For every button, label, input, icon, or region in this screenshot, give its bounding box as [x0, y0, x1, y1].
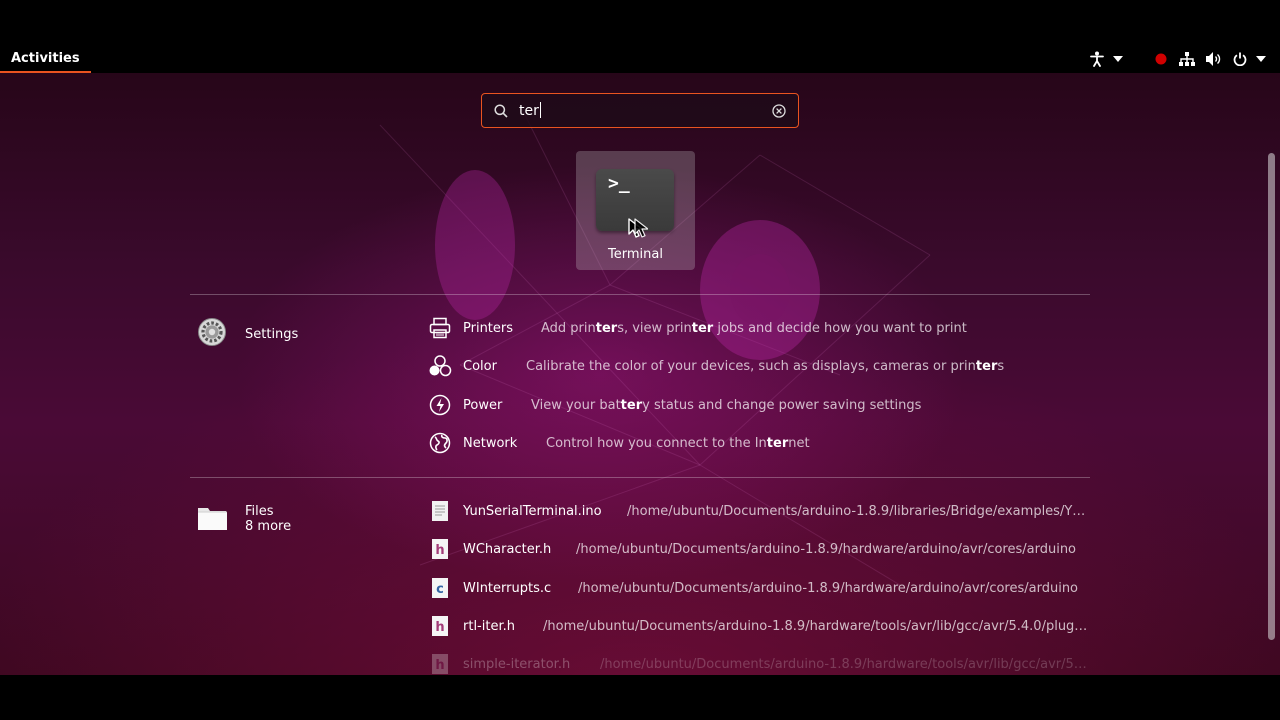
letterbox-top [0, 0, 1280, 45]
file-result[interactable]: h simple-iterator.h /home/ubuntu/Documen… [428, 650, 1087, 675]
scrollbar[interactable] [1268, 153, 1275, 640]
letterbox-bottom [0, 675, 1280, 720]
result-path: /home/ubuntu/Documents/arduino-1.8.9/har… [578, 580, 1079, 596]
file-result[interactable]: h rtl-iter.h /home/ubuntu/Documents/ardu… [428, 612, 1087, 640]
result-title: Printers [463, 320, 514, 336]
svg-text:h: h [435, 658, 444, 673]
settings-gear-icon [197, 317, 227, 351]
result-title: WInterrupts.c [463, 580, 552, 596]
result-description: Add printers, view printer jobs and deci… [541, 320, 967, 336]
result-description: View your battery status and change powe… [531, 397, 922, 413]
h-file-icon: h [428, 537, 452, 561]
result-title: Network [463, 435, 518, 451]
chevron-down-icon[interactable] [1254, 49, 1268, 69]
result-title: WCharacter.h [463, 541, 552, 557]
app-label: Terminal [608, 247, 663, 262]
mouse-pointer-icon [628, 218, 648, 238]
printer-icon [428, 316, 452, 340]
search-input[interactable]: ter [519, 102, 541, 119]
result-title: Power [463, 397, 503, 413]
svg-text:c: c [436, 582, 444, 597]
volume-icon[interactable] [1205, 49, 1223, 69]
file-result[interactable]: c WInterrupts.c /home/ubuntu/Documents/a… [428, 574, 1078, 602]
result-path: /home/ubuntu/Documents/arduino-1.8.9/har… [576, 541, 1077, 557]
settings-result-network[interactable]: Network Control how you connect to the I… [428, 429, 810, 457]
clear-icon[interactable] [772, 103, 786, 122]
recording-indicator-icon [1153, 49, 1169, 69]
globe-icon [428, 431, 452, 455]
search-icon [494, 103, 508, 122]
h-file-icon: h [428, 614, 452, 638]
app-result-terminal[interactable]: >_ Terminal [576, 151, 695, 270]
provider-more-count[interactable]: 8 more [245, 519, 291, 534]
result-title: rtl-iter.h [463, 618, 515, 634]
color-icon [428, 354, 452, 378]
c-file-icon: c [428, 576, 452, 600]
chevron-down-icon[interactable] [1111, 49, 1125, 69]
svg-text:h: h [435, 543, 444, 558]
text-caret [539, 102, 541, 118]
text-file-icon [428, 499, 452, 523]
power-icon[interactable] [1231, 49, 1249, 69]
svg-text:h: h [435, 620, 444, 635]
section-divider [190, 294, 1090, 295]
section-divider [190, 477, 1090, 478]
result-path: /home/ubuntu/Documents/arduino-1.8.9/har… [543, 618, 1088, 634]
provider-files[interactable]: Files 8 more [197, 503, 291, 535]
network-icon[interactable] [1178, 49, 1196, 69]
search-entry[interactable]: ter [481, 93, 799, 128]
top-bar-notch [604, 45, 750, 65]
settings-result-color[interactable]: Color Calibrate the color of your device… [428, 352, 1004, 380]
result-path: /home/ubuntu/Documents/arduino-1.8.9/har… [600, 656, 1087, 672]
result-description: Calibrate the color of your devices, suc… [526, 358, 1005, 374]
activities-button[interactable]: Activities [0, 45, 91, 73]
file-result[interactable]: h WCharacter.h /home/ubuntu/Documents/ar… [428, 535, 1076, 563]
provider-label: Files [245, 504, 274, 519]
result-description: Control how you connect to the Internet [546, 435, 810, 451]
settings-result-power[interactable]: Power View your battery status and chang… [428, 391, 921, 419]
power-settings-icon [428, 393, 452, 417]
h-file-icon: h [428, 652, 452, 675]
provider-settings[interactable]: Settings [197, 317, 298, 351]
gnome-activities-overview: Activities ter >_ Terminal Settings Prin… [0, 45, 1280, 675]
file-result[interactable]: YunSerialTerminal.ino /home/ubuntu/Docum… [428, 497, 1085, 525]
folder-icon [197, 503, 227, 535]
result-title: YunSerialTerminal.ino [463, 503, 602, 519]
result-title: simple-iterator.h [463, 656, 571, 672]
settings-result-printers[interactable]: Printers Add printers, view printer jobs… [428, 314, 967, 342]
result-path: /home/ubuntu/Documents/arduino-1.8.9/lib… [627, 503, 1086, 519]
provider-label: Settings [245, 326, 299, 342]
result-title: Color [463, 358, 497, 374]
accessibility-icon[interactable] [1088, 49, 1106, 69]
